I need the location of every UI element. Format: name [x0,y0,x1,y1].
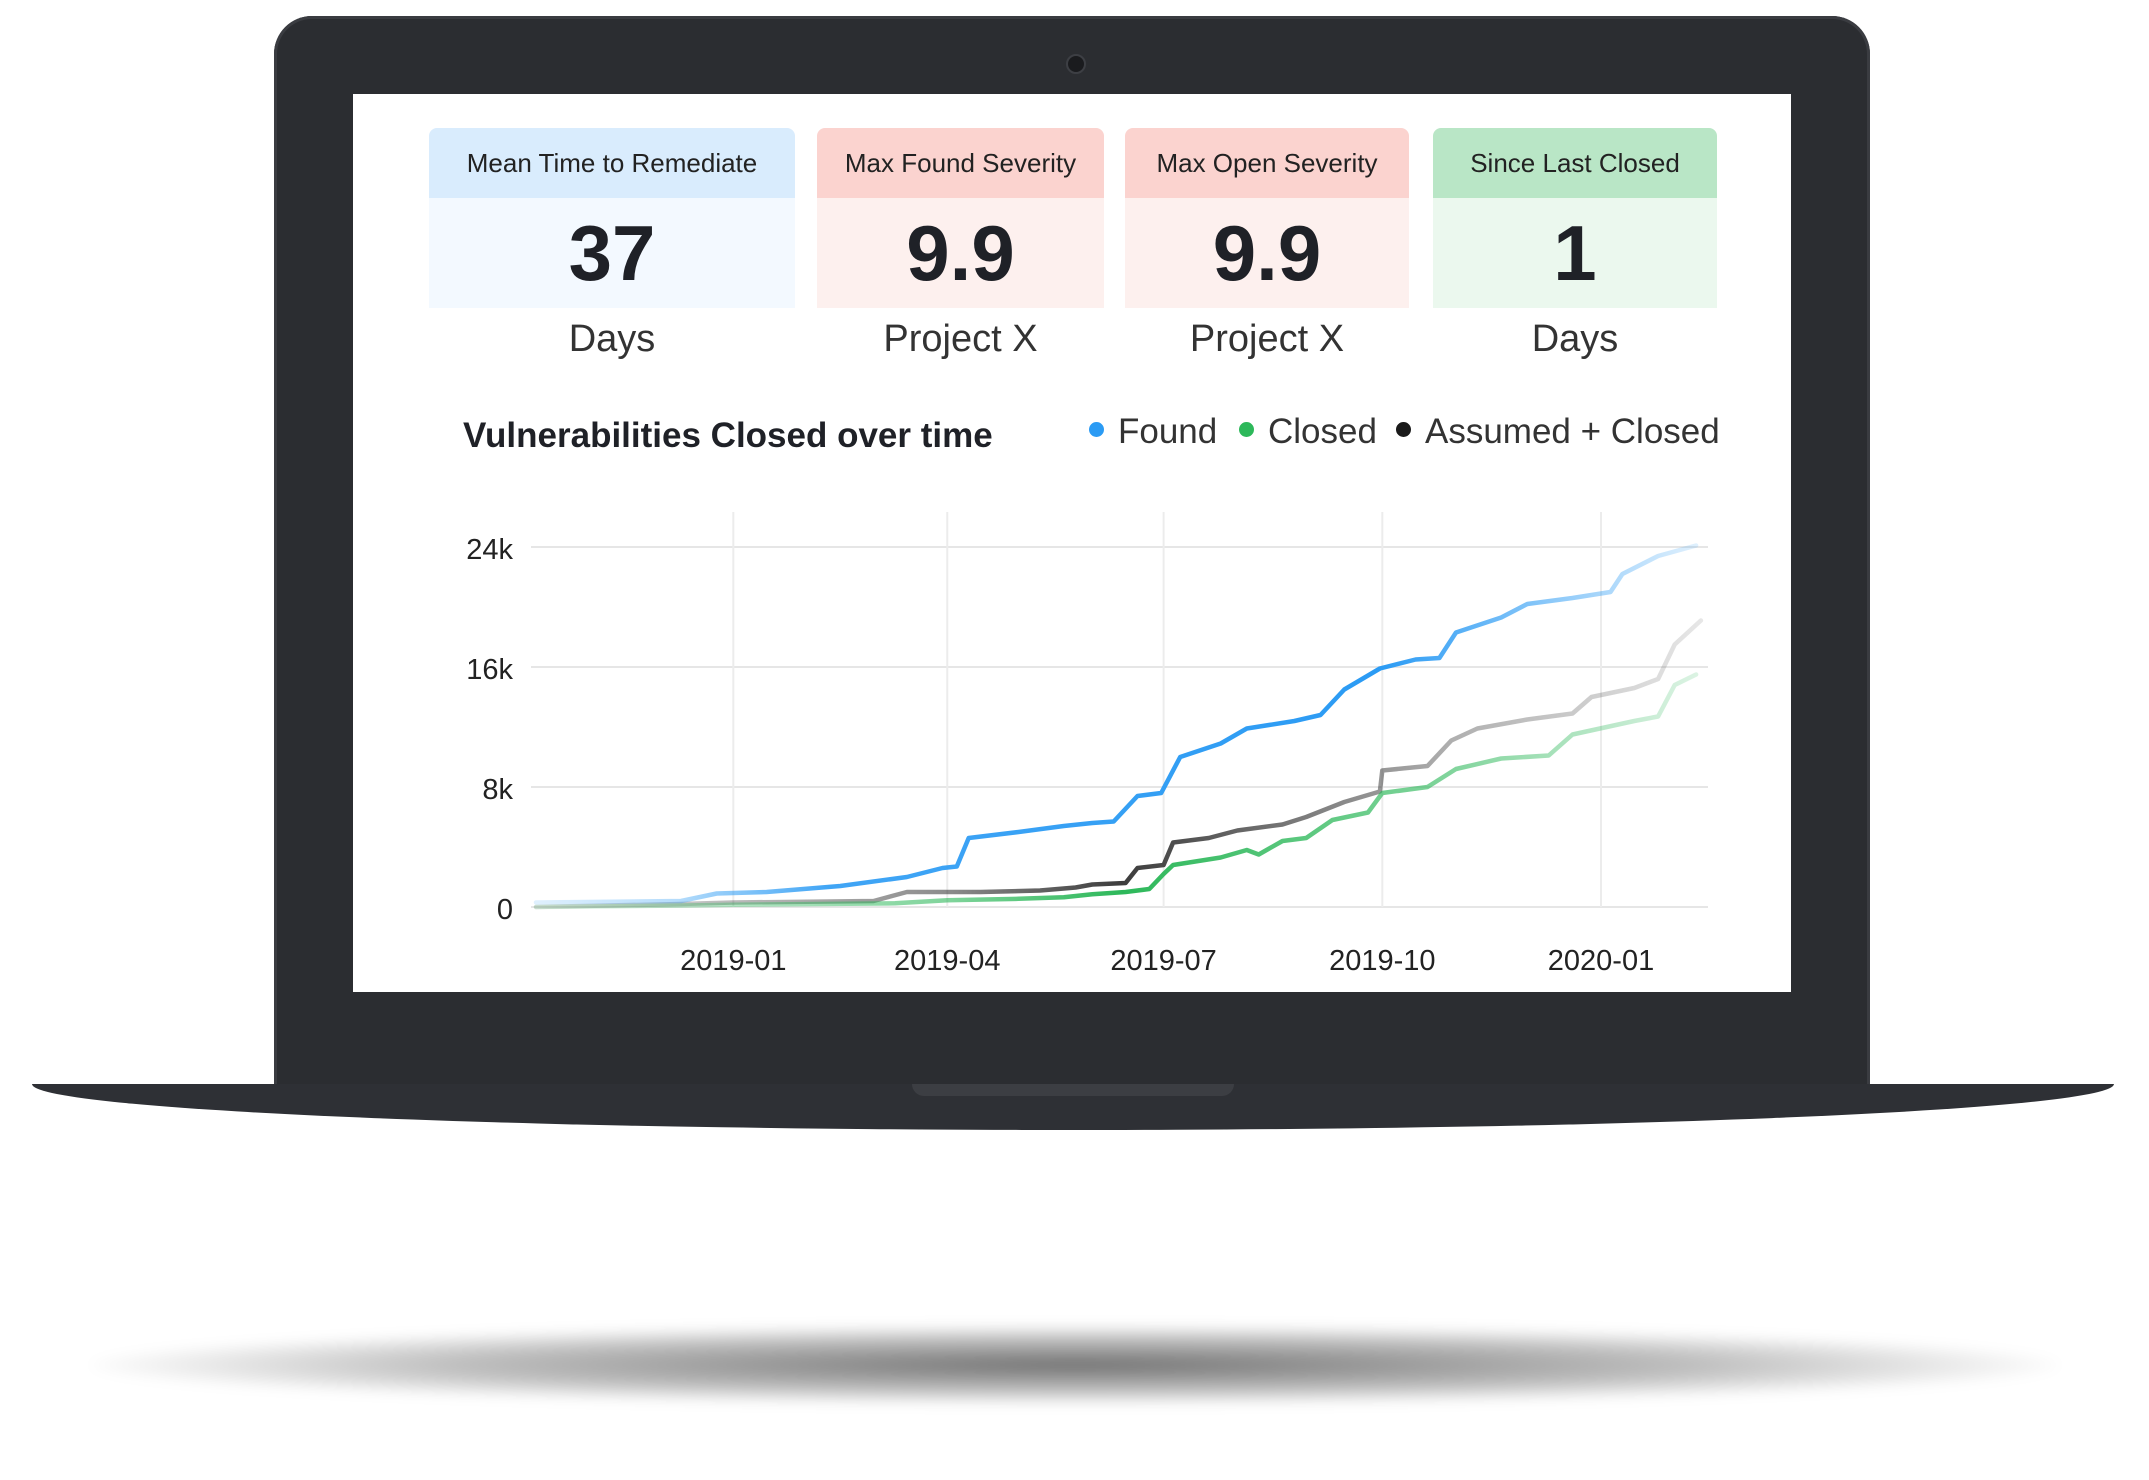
y-tick-label: 24k [466,534,513,566]
x-tick-label: 2019-10 [1329,945,1435,977]
y-tick-label: 16k [466,654,513,686]
line-chart: 24k 16k 8k 0 2019-01 2019-04 2019-07 2019-10 202… [466,512,1708,977]
laptop-shadow [90,1325,2060,1405]
series-line-found [533,543,1699,905]
x-tick-label: 2019-07 [1110,945,1216,977]
y-tick-label: 0 [497,894,513,926]
series-line-closed [533,672,1699,910]
x-tick-label: 2019-04 [894,945,1000,977]
dashboard-screen: Mean Time to Remediate 37 Days Max Found… [353,94,1791,992]
x-tick-label: 2019-01 [680,945,786,977]
laptop-hinge-notch [912,1084,1234,1096]
series-line-assumed-closed [533,618,1704,910]
webcam-icon [1066,54,1086,74]
x-tick-label: 2020-01 [1548,945,1654,977]
y-tick-label: 8k [482,774,513,806]
